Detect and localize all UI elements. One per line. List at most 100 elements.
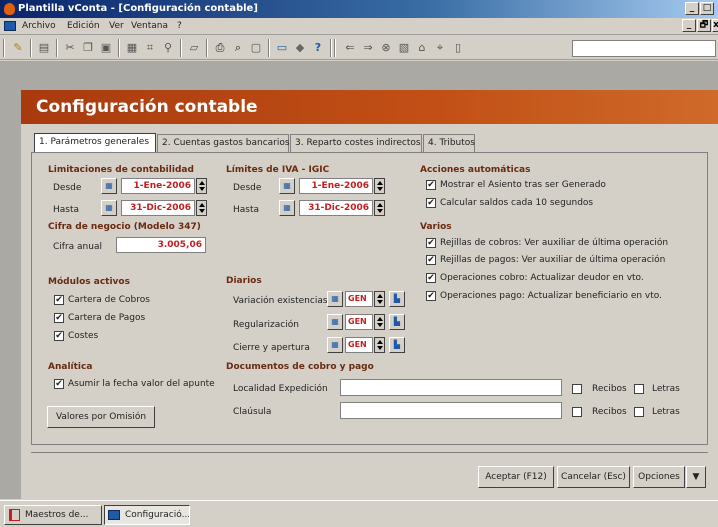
menu-ver[interactable]: Ver [109, 21, 124, 31]
lookup-icon[interactable]: ▦ [327, 291, 343, 307]
mostrar-asiento-checkbox[interactable]: ✔ [426, 180, 436, 190]
varios-deudor-checkbox[interactable]: ✔ [426, 273, 436, 283]
tree-icon [9, 509, 20, 521]
clausula-input[interactable] [340, 402, 562, 419]
tab-reparto[interactable]: 3. Reparto costes indirectos [290, 134, 422, 152]
iva-hasta-input[interactable]: 31-Dic-2006 [299, 200, 373, 216]
calendar-icon[interactable]: ▦ [279, 200, 295, 216]
grid-icon[interactable]: ▦ [124, 40, 140, 56]
back-icon[interactable]: ⇐ [342, 40, 358, 56]
lookup-icon[interactable]: ▦ [327, 314, 343, 330]
diamond-icon[interactable]: ◆ [292, 40, 308, 56]
folder-icon[interactable]: ▱ [186, 40, 202, 56]
search-icon[interactable]: ⌖ [432, 40, 448, 56]
localidad-input[interactable] [340, 379, 562, 396]
stop-icon[interactable]: ⊗ [378, 40, 394, 56]
limit-hasta-input[interactable]: 31-Dic-2006 [121, 200, 195, 216]
home-icon[interactable]: ⌂ [414, 40, 430, 56]
window-titlebar[interactable]: Plantilla vConta - [Configuración contab… [0, 0, 718, 18]
calendar-icon[interactable]: ▦ [279, 178, 295, 194]
page-icon[interactable]: ▢ [248, 40, 264, 56]
help-icon[interactable]: ? [310, 40, 326, 56]
mdi-close-button[interactable]: x [712, 19, 718, 32]
cifra-input[interactable]: 3.005,06 [116, 237, 206, 253]
copy-icon[interactable]: ❐ [80, 40, 96, 56]
diario-cierre-label: Cierre y apertura [233, 343, 310, 353]
menu-archivo[interactable]: Archivo [22, 21, 56, 31]
open-diario-icon[interactable]: ▙ [389, 291, 405, 307]
limit-desde-label: Desde [53, 183, 82, 193]
tree-icon[interactable]: ⌗ [142, 40, 158, 56]
menu-edicion[interactable]: Edición [67, 21, 100, 31]
clausula-letras-checkbox[interactable] [634, 407, 644, 417]
tab-tributos[interactable]: 4. Tributos [423, 134, 475, 152]
limit-desde-spinner[interactable] [196, 178, 207, 194]
iva-desde-input[interactable]: 1-Ene-2006 [299, 178, 373, 194]
forward-icon[interactable]: ⇒ [360, 40, 376, 56]
localidad-letras-checkbox[interactable] [634, 384, 644, 394]
diario-cierre-input[interactable]: GEN [345, 337, 373, 353]
localidad-letras-label: Letras [652, 384, 680, 394]
tab-cuentas[interactable]: 2. Cuentas gastos bancarios [157, 134, 290, 152]
footer-divider [31, 452, 708, 453]
minimize-button[interactable]: _ [685, 2, 699, 15]
open-diario-icon[interactable]: ▙ [389, 314, 405, 330]
modulos-heading: Módulos activos [48, 277, 130, 287]
calendar-icon[interactable]: ▦ [101, 200, 117, 216]
clausula-recibos-checkbox[interactable] [572, 407, 582, 417]
window-icon[interactable]: ▭ [274, 40, 290, 56]
properties-icon[interactable]: ▤ [36, 40, 52, 56]
defaults-button[interactable]: Valores por Omisión [47, 406, 155, 428]
limit-hasta-spinner[interactable] [196, 200, 207, 216]
options-dropdown-button[interactable]: ▼ [686, 466, 706, 488]
modulo-pagos-checkbox[interactable]: ✔ [54, 313, 64, 323]
diario-regularizacion-spinner[interactable] [374, 314, 385, 330]
open-icon[interactable]: ✎ [10, 40, 26, 56]
clausula-label: Claúsula [233, 407, 272, 417]
modulo-cobros-checkbox[interactable]: ✔ [54, 295, 64, 305]
iva-hasta-spinner[interactable] [374, 200, 385, 216]
varios-pagos-checkbox[interactable]: ✔ [426, 255, 436, 265]
toolbar-grip [3, 39, 5, 57]
localidad-recibos-checkbox[interactable] [572, 384, 582, 394]
calendar-icon[interactable]: ▦ [101, 178, 117, 194]
cancel-button[interactable]: Cancelar (Esc) [557, 466, 630, 488]
mdi-restore-button[interactable]: 🗗 [697, 19, 711, 32]
preview-icon[interactable]: ⌕ [230, 40, 246, 56]
limitaciones-heading: Limitaciones de contabilidad [48, 165, 194, 175]
calcular-saldos-checkbox[interactable]: ✔ [426, 198, 436, 208]
iva-desde-spinner[interactable] [374, 178, 385, 194]
blank-icon[interactable]: ▯ [450, 40, 466, 56]
form-banner: Configuración contable [21, 90, 718, 124]
diario-cierre-spinner[interactable] [374, 337, 385, 353]
cut-icon[interactable]: ✂ [62, 40, 78, 56]
accept-button[interactable]: Aceptar (F12) [478, 466, 554, 488]
diario-regularizacion-input[interactable]: GEN [345, 314, 373, 330]
tab-parametros[interactable]: 1. Parámetros generales [34, 133, 156, 153]
limit-desde-input[interactable]: 1-Ene-2006 [121, 178, 195, 194]
lookup-icon[interactable]: ▦ [327, 337, 343, 353]
document-icon[interactable] [4, 21, 16, 31]
zoom-icon[interactable]: ⚲ [160, 40, 176, 56]
form-title: Configuración contable [36, 97, 258, 117]
analitica-heading: Analítica [48, 362, 93, 372]
options-button[interactable]: Opciones [633, 466, 685, 488]
toolbar-separator [206, 39, 208, 57]
diario-variacion-spinner[interactable] [374, 291, 385, 307]
print-icon[interactable]: ⎙ [212, 40, 228, 56]
maximize-button[interactable]: □ [700, 2, 714, 15]
mdi-minimize-button[interactable]: _ [682, 19, 696, 32]
varios-beneficiario-checkbox[interactable]: ✔ [426, 291, 436, 301]
diario-variacion-input[interactable]: GEN [345, 291, 373, 307]
menu-help[interactable]: ? [177, 21, 182, 31]
open-diario-icon[interactable]: ▙ [389, 337, 405, 353]
fecha-valor-checkbox[interactable]: ✔ [54, 379, 64, 389]
paste-icon[interactable]: ▣ [98, 40, 114, 56]
toolbar: ✎ ▤ ✂ ❐ ▣ ▦ ⌗ ⚲ ▱ ⎙ ⌕ ▢ ▭ ◆ ? ⇐ ⇒ ⊗ ▧ ⌂ … [0, 36, 718, 60]
modulo-costes-checkbox[interactable]: ✔ [54, 331, 64, 341]
modulo-cobros-label: Cartera de Cobros [68, 295, 150, 305]
varios-cobros-checkbox[interactable]: ✔ [426, 238, 436, 248]
menu-ventana[interactable]: Ventana [131, 21, 168, 31]
refresh-icon[interactable]: ▧ [396, 40, 412, 56]
address-input[interactable] [572, 40, 716, 57]
